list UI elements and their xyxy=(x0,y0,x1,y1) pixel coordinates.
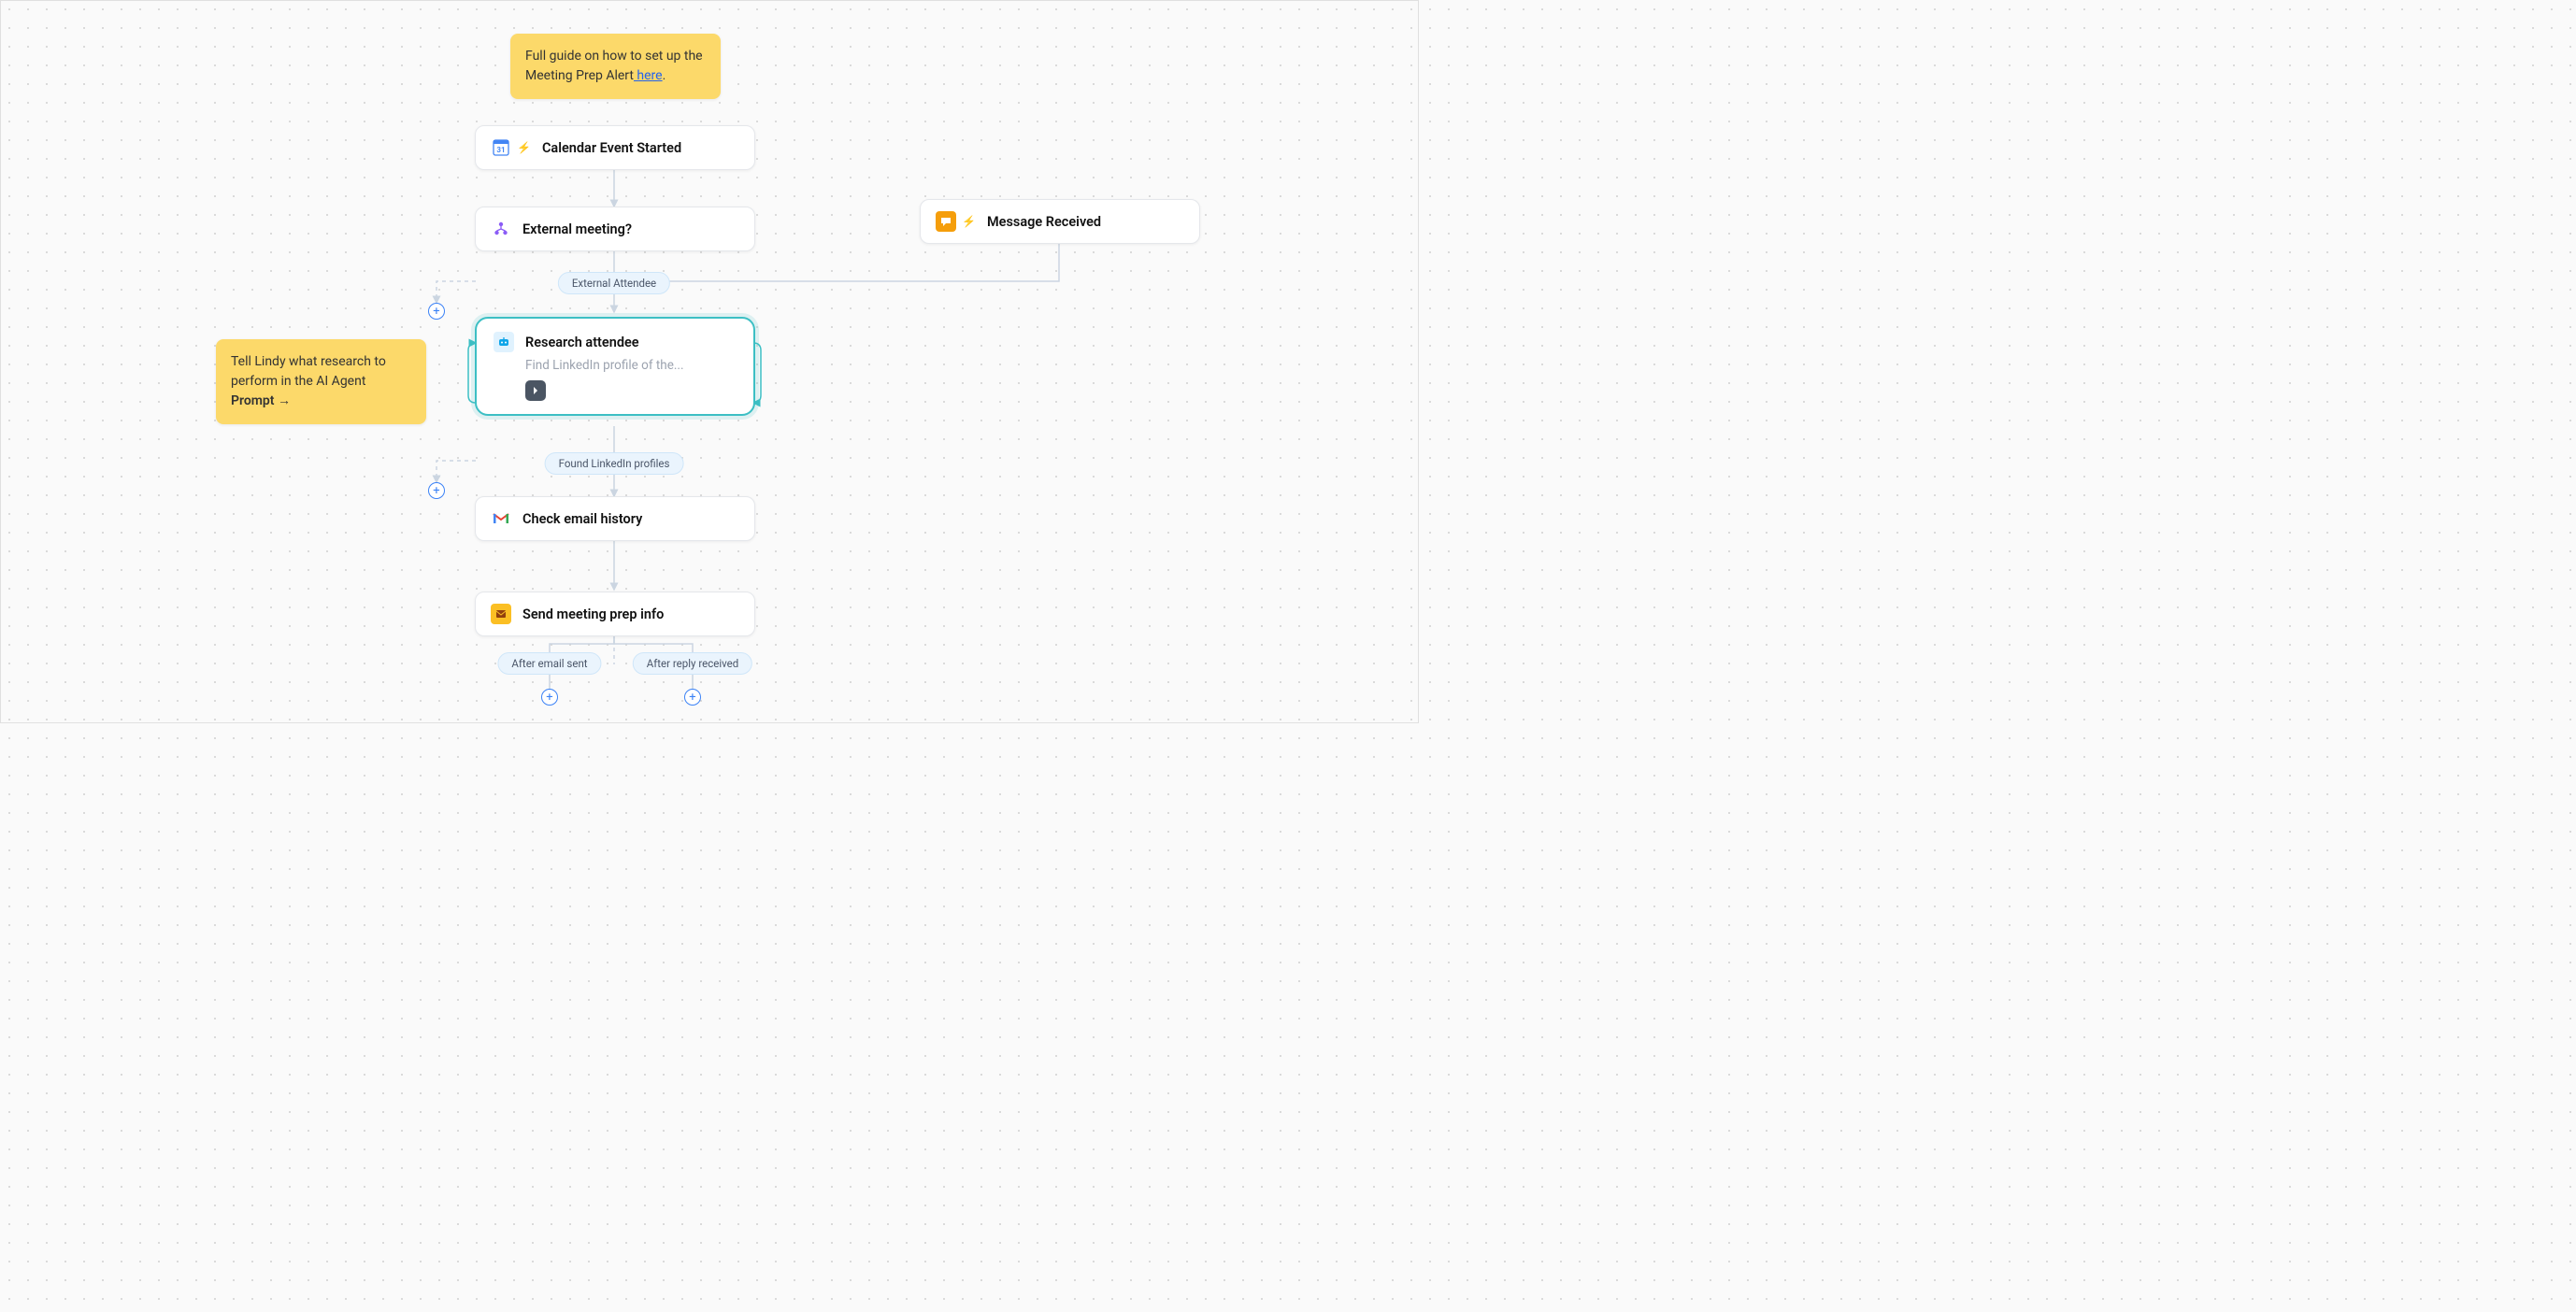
after-email-sent-pill[interactable]: After email sent xyxy=(497,652,601,675)
node-title: Research attendee xyxy=(525,335,639,350)
prompt-hint-bold: Prompt → xyxy=(231,393,291,408)
guide-note: Full guide on how to set up the Meeting … xyxy=(510,34,721,99)
add-step-button[interactable]: + xyxy=(541,689,558,706)
found-linkedin-pill[interactable]: Found LinkedIn profiles xyxy=(545,452,684,475)
pill-label: After reply received xyxy=(647,657,738,670)
pill-label: External Attendee xyxy=(572,277,656,290)
bolt-icon: ⚡ xyxy=(962,215,976,228)
chat-icon xyxy=(936,211,956,232)
guide-note-text: Full guide on how to set up the Meeting … xyxy=(525,49,703,83)
add-branch-button[interactable]: + xyxy=(428,482,445,499)
gmail-icon xyxy=(491,508,511,529)
node-title: External meeting? xyxy=(522,221,632,237)
bolt-icon: ⚡ xyxy=(517,141,531,154)
prompt-hint-note: Tell Lindy what research to perform in t… xyxy=(216,339,426,424)
node-title: Check email history xyxy=(522,511,642,527)
guide-note-after: . xyxy=(663,68,666,83)
google-calendar-icon: 31 xyxy=(491,137,511,158)
external-attendee-pill[interactable]: External Attendee xyxy=(558,272,670,294)
node-subtitle: Find LinkedIn profile of the... xyxy=(494,358,737,373)
add-step-button[interactable]: + xyxy=(684,689,701,706)
message-received-node[interactable]: ⚡ Message Received xyxy=(920,199,1200,244)
email-icon xyxy=(491,604,511,624)
research-attendee-node[interactable]: Research attendee Find LinkedIn profile … xyxy=(475,317,755,416)
pill-label: Found LinkedIn profiles xyxy=(559,457,670,470)
external-meeting-node[interactable]: External meeting? xyxy=(475,207,755,251)
add-branch-button[interactable]: + xyxy=(428,303,445,320)
guide-here-link[interactable]: here xyxy=(634,68,663,83)
pill-label: After email sent xyxy=(511,657,587,670)
branch-icon xyxy=(491,219,511,239)
prompt-hint-text: Tell Lindy what research to perform in t… xyxy=(231,354,386,389)
after-reply-received-pill[interactable]: After reply received xyxy=(633,652,752,675)
node-title: Send meeting prep info xyxy=(522,606,664,622)
perplexity-tool-icon[interactable] xyxy=(525,380,546,401)
send-meeting-prep-node[interactable]: Send meeting prep info xyxy=(475,592,755,636)
check-email-history-node[interactable]: Check email history xyxy=(475,496,755,541)
node-title: Calendar Event Started xyxy=(542,140,681,156)
calendar-event-started-node[interactable]: 31 ⚡ Calendar Event Started xyxy=(475,125,755,170)
ai-agent-icon xyxy=(494,332,514,352)
svg-text:31: 31 xyxy=(496,146,505,154)
node-title: Message Received xyxy=(987,214,1101,230)
